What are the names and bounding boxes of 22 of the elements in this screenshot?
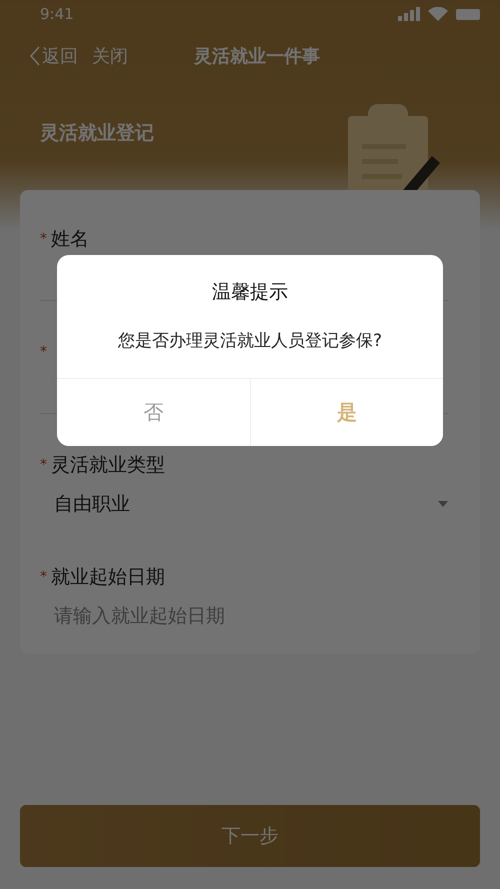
signal-icon [398, 7, 420, 21]
required-mark: * [40, 344, 47, 360]
wifi-icon [428, 7, 448, 21]
field-label: 姓名 [51, 227, 89, 252]
back-button[interactable]: 返回 [30, 44, 78, 68]
dialog-message: 您是否办理灵活就业人员登记参保? [118, 330, 382, 352]
required-mark: * [40, 457, 47, 473]
select-value[interactable]: 自由职业 [54, 491, 130, 517]
dialog-button[interactable]: 是 [250, 379, 443, 446]
dialog-title: 温馨提示 [212, 280, 288, 305]
close-button[interactable]: 关闭 [92, 44, 128, 68]
next-button[interactable]: 下一步 [20, 805, 480, 867]
required-mark: * [40, 569, 47, 585]
status-time: 9:41 [40, 5, 74, 23]
field-label: 灵活就业类型 [51, 453, 165, 478]
field-label: 就业起始日期 [51, 565, 165, 590]
section-title: 灵活就业登记 [40, 121, 154, 146]
caret-icon [438, 501, 448, 507]
battery-icon [456, 8, 480, 20]
back-chevron-icon [30, 46, 40, 66]
required-mark: * [40, 231, 47, 247]
page-title: 灵活就业一件事 [194, 45, 320, 68]
